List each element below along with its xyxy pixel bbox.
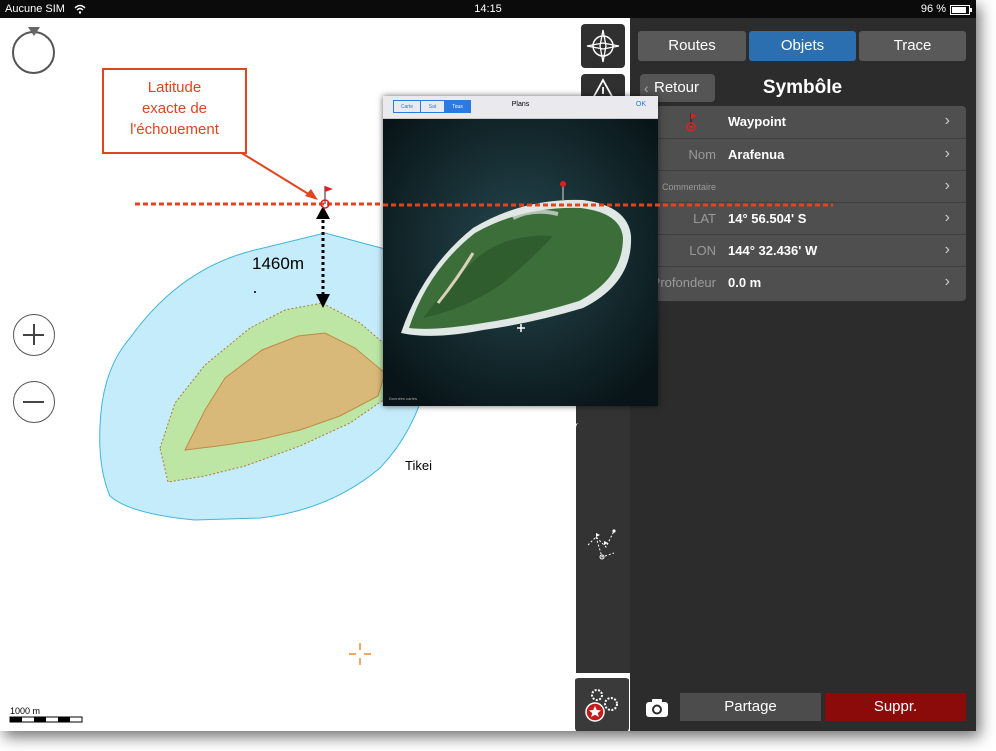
name-label: Nom	[688, 147, 716, 162]
chevron-right-icon: ›	[944, 145, 950, 162]
satellite-image	[383, 118, 658, 406]
waypoints-tool-icon[interactable]	[584, 523, 624, 567]
settings-favorites-button[interactable]	[575, 676, 629, 731]
chevron-right-icon: ›	[944, 241, 950, 258]
row-depth[interactable]: Profondeur 0.0 m ›	[632, 266, 966, 299]
row-lon[interactable]: LON 144° 32.436' W ›	[632, 234, 966, 267]
lat-value: 14° 56.504' S	[728, 211, 807, 226]
tab-sat[interactable]: Sat	[420, 100, 445, 113]
annotation-line-1: Latitude	[147, 79, 202, 96]
tab-routes[interactable]: Routes	[638, 31, 746, 61]
tab-carte[interactable]: Carte	[393, 100, 421, 113]
tab-objets[interactable]: Objets	[749, 31, 856, 61]
zoom-out-button[interactable]	[13, 381, 55, 423]
scale-bar	[9, 716, 83, 723]
clock: 14:15	[474, 3, 502, 15]
annotation-callout: Latitude exacte de l'échouement	[102, 68, 247, 154]
route-tool-button[interactable]	[581, 24, 625, 68]
place-label-tikei: Tikei	[405, 458, 432, 473]
row-comment[interactable]: Commentaire ›	[632, 170, 966, 203]
chevron-right-icon: ›	[944, 112, 950, 129]
tool-strip	[574, 423, 632, 673]
share-button[interactable]: Partage	[680, 693, 821, 721]
tab-trace[interactable]: Trace	[859, 31, 966, 61]
battery-percent: 96 %	[920, 3, 946, 15]
row-symbol[interactable]: Waypoint ›	[632, 106, 966, 138]
crosshair-icon	[349, 643, 371, 665]
annotation-arrow	[239, 151, 316, 199]
comment-label: Commentaire	[661, 182, 716, 192]
status-bar: Aucune SIM 14:15 96 %	[0, 0, 976, 18]
waypoint-flag-icon	[686, 113, 697, 132]
object-panel: Routes Objets Trace ‹ Retour Symbôle Way…	[630, 18, 976, 731]
satellite-toolbar: Carte Sat Tous Plans OK	[383, 96, 658, 119]
chevron-right-icon: ›	[944, 209, 950, 226]
annotation-line-3: l'échouement	[130, 121, 219, 138]
delete-button[interactable]: Suppr.	[825, 693, 966, 721]
panel-title: Symbôle	[762, 77, 843, 98]
latitude-line-overlay	[383, 203, 833, 207]
satellite-ok-button[interactable]: OK	[636, 101, 646, 108]
map-data-credit: Données cartes	[389, 396, 418, 401]
satellite-inset: Carte Sat Tous Plans OK Données cartes	[383, 96, 658, 406]
tab-tous[interactable]: Tous	[444, 100, 471, 113]
compass-rose-icon	[586, 29, 620, 63]
scale-label: 1000 m	[10, 706, 41, 716]
chevron-right-icon: ›	[944, 177, 950, 194]
lon-value: 144° 32.436' W	[728, 243, 818, 258]
camera-icon[interactable]	[644, 697, 670, 719]
symbol-value: Waypoint	[728, 114, 787, 129]
depth-value: 0.0 m	[728, 275, 762, 290]
lat-label: LAT	[693, 211, 716, 226]
name-value: Arafenua	[728, 147, 785, 162]
zoom-in-button[interactable]	[13, 314, 55, 356]
depth-label: Profondeur	[651, 275, 716, 290]
annotation-line-2: exacte de	[141, 100, 208, 117]
lon-label: LON	[689, 243, 716, 258]
ipad-screen: Aucune SIM 14:15 96 % Latitude exacte de…	[0, 0, 976, 731]
chevron-right-icon: ›	[944, 273, 950, 290]
row-name[interactable]: Nom Arafenua ›	[632, 138, 966, 171]
compass-button[interactable]	[12, 27, 55, 74]
back-label: Retour	[654, 79, 700, 96]
gear-star-icon	[585, 689, 618, 722]
battery-icon	[950, 5, 972, 15]
distance-label: 1460m	[252, 254, 304, 273]
satellite-title: Plans	[511, 101, 530, 108]
